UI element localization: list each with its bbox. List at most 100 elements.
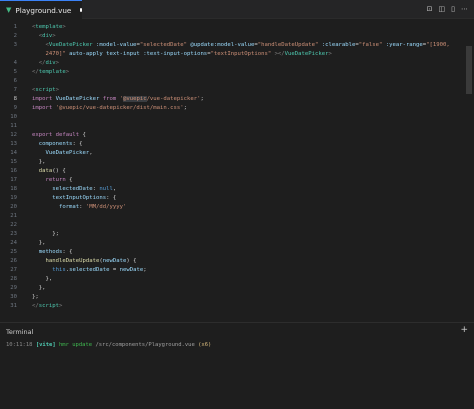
unsaved-dot-icon[interactable] xyxy=(80,8,82,12)
code-line[interactable]: 5 </template> xyxy=(0,68,474,77)
code-line[interactable]: 27 this.selectedDate = newDate; xyxy=(0,266,474,275)
code-line[interactable]: 21 xyxy=(0,212,474,221)
code-token: default xyxy=(55,132,80,138)
code-token: , xyxy=(89,150,93,156)
code-token: }; xyxy=(32,231,59,237)
line-number: 20 xyxy=(10,204,17,210)
line-number: 16 xyxy=(10,168,17,174)
code-token: }; xyxy=(32,294,39,300)
code-line[interactable]: 12 export default { xyxy=(0,131,474,140)
code-line[interactable]: 22 xyxy=(0,221,474,230)
code-line[interactable]: 10 xyxy=(0,113,474,122)
code-token: template xyxy=(38,69,66,75)
code-line[interactable]: 9 import '@vuepic/vue-datepicker/dist/mai… xyxy=(0,104,474,113)
code-line[interactable]: 26 handleDateUpdate(newDate) { xyxy=(0,257,474,266)
code-token: newDate xyxy=(102,258,127,264)
code-token: script xyxy=(35,87,56,93)
code-line[interactable]: 8 import VueDatePicker from '@vuepic/vue-… xyxy=(0,95,474,104)
code-token: :model-value xyxy=(96,42,137,48)
code-text: </script> xyxy=(32,302,62,311)
code-token: </ xyxy=(32,69,39,75)
code-token: VueDatePicker xyxy=(284,51,329,57)
code-line[interactable]: 28 }, xyxy=(0,275,474,284)
code-token: @update:model-value xyxy=(190,42,255,48)
code-line[interactable]: 1 <template> xyxy=(0,23,474,32)
code-text: }; xyxy=(32,293,39,302)
code-token: from xyxy=(102,96,117,102)
code-line[interactable]: 30}; xyxy=(0,293,474,302)
code-token: ></ xyxy=(274,51,285,57)
code-line[interactable]: 25 methods: { xyxy=(0,248,474,257)
split-editor-icon[interactable]: ▯ xyxy=(451,6,455,13)
code-line[interactable]: 31 </script> xyxy=(0,302,474,311)
code-token: }, xyxy=(32,276,53,282)
code-token: "textInputOptions" xyxy=(210,51,272,57)
code-line[interactable]: 6 xyxy=(0,77,474,86)
code-line[interactable]: 17 return { xyxy=(0,176,474,185)
code-line[interactable]: 18 selectedDate: null, xyxy=(0,185,474,194)
code-line[interactable]: 2 <div> xyxy=(0,32,474,41)
code-text: import VueDatePicker from '@vuepic/vue-d… xyxy=(32,95,204,104)
code-token: '@vuepic/vue-datepicker/dist/main.css' xyxy=(55,105,184,111)
code-token: template xyxy=(35,24,63,30)
line-number: 18 xyxy=(10,186,17,192)
code-token: 'MM/dd/yyyy' xyxy=(85,204,127,210)
plus-icon[interactable]: + xyxy=(460,325,468,335)
code-line[interactable]: 2470]" auto-apply text-input :text-input… xyxy=(0,50,474,59)
code-token: }, xyxy=(32,159,46,165)
code-text: components: { xyxy=(32,140,83,149)
code-line[interactable]: 24 }, xyxy=(0,239,474,248)
code-token: ; xyxy=(200,96,204,102)
line-number: 23 xyxy=(10,231,17,237)
code-line[interactable]: 7 <script> xyxy=(0,86,474,95)
more-actions-icon[interactable]: ⋯ xyxy=(461,6,468,13)
line-number: 6 xyxy=(13,78,17,84)
code-token: selectedDate xyxy=(52,186,93,192)
tab-playground-vue[interactable]: ▼ Playground.vue xyxy=(0,0,82,19)
code-line[interactable]: 4 </div> xyxy=(0,59,474,68)
code-line[interactable]: 15 }, xyxy=(0,158,474,167)
code-token: > xyxy=(52,33,56,39)
code-token: > xyxy=(55,87,59,93)
code-token: :clearable xyxy=(321,42,356,48)
code-token: VueDatePicker xyxy=(55,96,100,102)
tab-filename: Playground.vue xyxy=(15,5,72,15)
code-token: > xyxy=(328,51,332,57)
code-token: this xyxy=(52,267,66,273)
code-text: VueDatePicker, xyxy=(32,149,93,158)
line-number: 24 xyxy=(10,240,17,246)
open-preview-icon[interactable]: ⊡ xyxy=(427,6,433,13)
terminal-title[interactable]: Terminal xyxy=(6,328,33,336)
code-line[interactable]: 19 textInputOptions: { xyxy=(0,194,474,203)
code-token: > xyxy=(58,303,63,309)
code-line[interactable]: 16 data() { xyxy=(0,167,474,176)
code-line[interactable]: 14 VueDatePicker, xyxy=(0,149,474,158)
code-line[interactable]: 29 }, xyxy=(0,284,474,293)
line-number: 21 xyxy=(10,213,17,219)
line-number: 17 xyxy=(10,177,17,183)
code-line[interactable]: 11 xyxy=(0,122,474,131)
code-line[interactable]: 23 }; xyxy=(0,230,474,239)
line-number: 25 xyxy=(10,249,17,255)
code-token: }, xyxy=(32,240,46,246)
code-token: data xyxy=(38,168,53,174)
line-number: 11 xyxy=(10,123,17,129)
code-token: VueDatePicker xyxy=(48,42,93,48)
code-token: format xyxy=(58,204,80,210)
code-line[interactable]: 3 <VueDatePicker :model-value="selectedD… xyxy=(0,41,474,50)
code-token: components xyxy=(38,141,73,147)
code-editor[interactable]: 1 <template> 2 <div> 3 <VueDatePicker :mode… xyxy=(0,20,474,321)
code-token: return xyxy=(45,177,66,183)
code-line[interactable]: 13 components: { xyxy=(0,140,474,149)
code-token: :text-input-options xyxy=(143,51,208,57)
code-line[interactable]: 20 format: 'MM/dd/yyyy' xyxy=(0,203,474,212)
code-token: </ xyxy=(32,303,39,309)
code-text: }; xyxy=(32,230,59,239)
line-number: 14 xyxy=(10,150,17,156)
git-compare-icon[interactable]: ◫ xyxy=(439,6,446,13)
line-number: 4 xyxy=(13,60,17,66)
